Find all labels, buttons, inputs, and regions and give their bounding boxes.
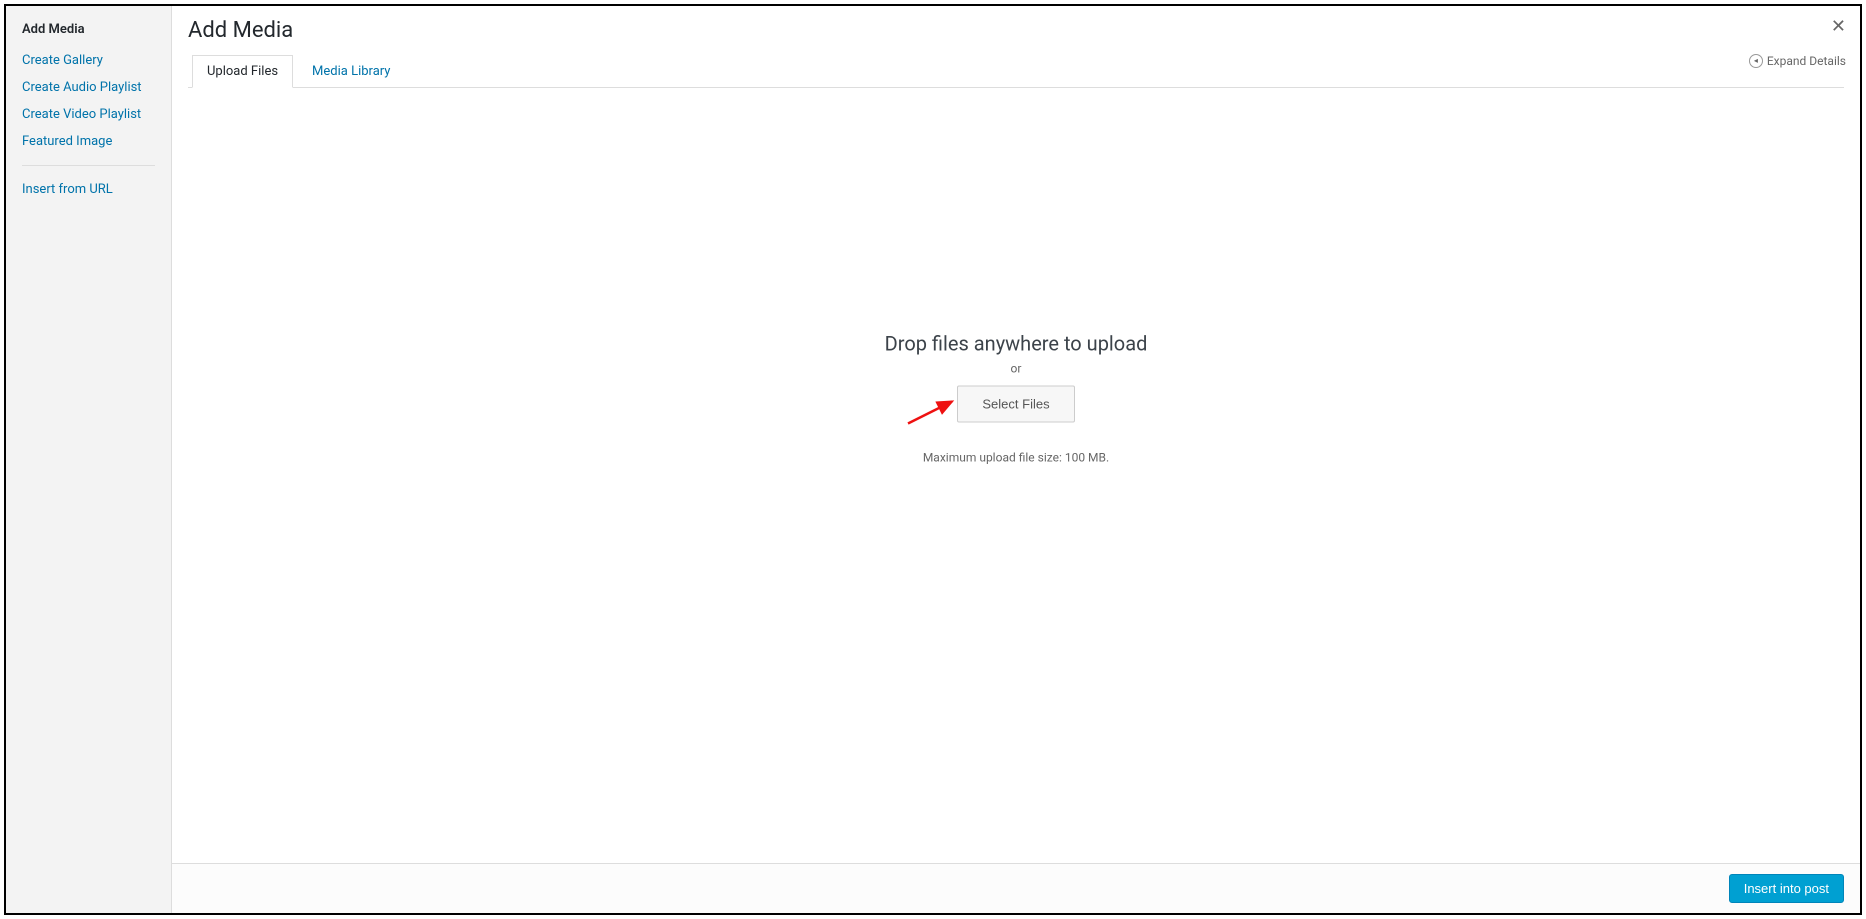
- insert-into-post-button[interactable]: Insert into post: [1729, 874, 1844, 903]
- drop-files-text: Drop files anywhere to upload: [172, 332, 1860, 356]
- sidebar-link-create-gallery[interactable]: Create Gallery: [22, 47, 155, 74]
- media-main: Add Media ✕ ◂ Expand Details Upload File…: [172, 6, 1860, 913]
- page-title: Add Media: [188, 18, 1844, 52]
- upload-panel: Drop files anywhere to upload or Select …: [172, 88, 1860, 863]
- media-modal: Add Media Create Gallery Create Audio Pl…: [4, 4, 1862, 915]
- drop-or-text: or: [172, 362, 1860, 376]
- sidebar-link-featured-image[interactable]: Featured Image: [22, 128, 155, 155]
- sidebar-link-create-audio-playlist[interactable]: Create Audio Playlist: [22, 74, 155, 101]
- upload-dropzone[interactable]: Drop files anywhere to upload or Select …: [172, 332, 1860, 465]
- sidebar-heading: Add Media: [22, 22, 155, 37]
- max-upload-size-text: Maximum upload file size: 100 MB.: [172, 451, 1860, 465]
- media-header: Add Media ✕ ◂ Expand Details Upload File…: [172, 6, 1860, 88]
- close-icon[interactable]: ✕: [1831, 18, 1846, 36]
- media-tabs: Upload Files Media Library: [188, 54, 1844, 88]
- media-footer: Insert into post: [172, 863, 1860, 913]
- tab-upload-files[interactable]: Upload Files: [192, 55, 293, 88]
- sidebar-link-insert-from-url[interactable]: Insert from URL: [22, 176, 155, 203]
- media-sidebar: Add Media Create Gallery Create Audio Pl…: [6, 6, 172, 913]
- sidebar-link-create-video-playlist[interactable]: Create Video Playlist: [22, 101, 155, 128]
- annotation-arrow-icon: [902, 398, 962, 428]
- select-files-button[interactable]: Select Files: [957, 386, 1074, 423]
- sidebar-separator: [22, 165, 155, 166]
- tab-media-library[interactable]: Media Library: [297, 55, 405, 88]
